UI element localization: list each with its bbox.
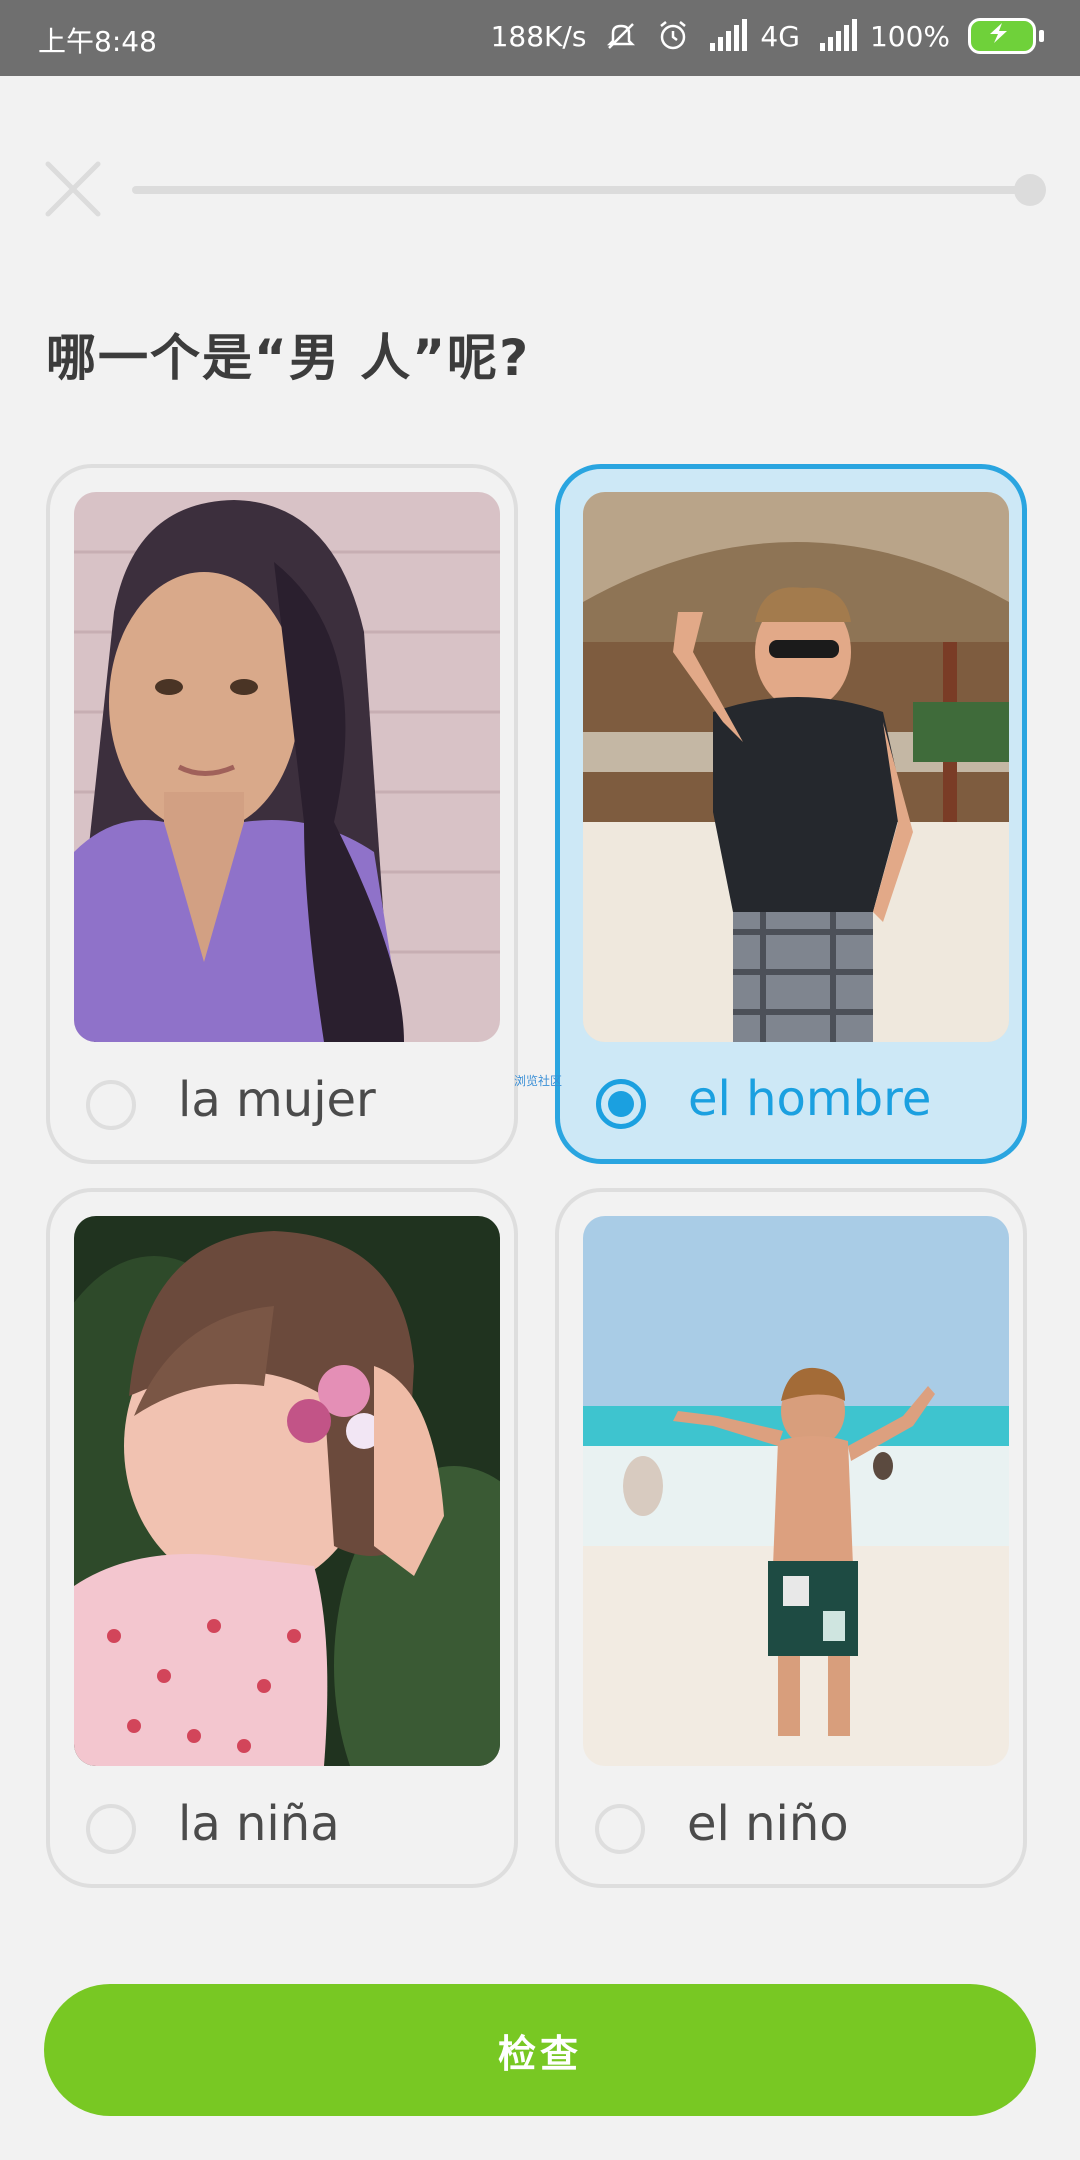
close-icon[interactable]	[42, 158, 104, 220]
man-photo	[583, 492, 1009, 1042]
option-radio[interactable]	[86, 1080, 136, 1130]
lesson-progress-bar	[132, 174, 1046, 206]
status-time: 上午8:48	[38, 25, 157, 58]
signal-icon-2	[818, 19, 857, 53]
network-type: 4G	[760, 19, 800, 53]
signal-icon	[708, 19, 748, 53]
status-bar: 上午8:48 188K/s 4G 100%	[0, 0, 1080, 76]
option-label: la niña	[178, 1796, 340, 1852]
woman-photo	[74, 492, 500, 1042]
status-icons: 188K/s 4G 100%	[491, 18, 1044, 54]
alarm-icon	[656, 19, 690, 53]
option-card-la-nina[interactable]: la niña	[46, 1188, 518, 1888]
check-button[interactable]: 检查	[44, 1984, 1036, 2116]
close-button[interactable]	[42, 158, 104, 220]
option-radio[interactable]	[595, 1804, 645, 1854]
boy-photo	[583, 1216, 1009, 1766]
mute-icon	[604, 19, 638, 53]
option-card-el-hombre[interactable]: el hombre	[555, 464, 1027, 1164]
battery-icon	[968, 18, 1044, 54]
option-label: la mujer	[178, 1072, 376, 1128]
network-speed: 188K/s	[490, 19, 587, 53]
lesson-header	[0, 150, 1080, 230]
option-label: el niño	[687, 1796, 849, 1852]
girl-photo	[74, 1216, 500, 1766]
watermark-text: 浏览社区	[514, 1074, 563, 1088]
question-title: 哪一个是“男 人”呢?	[46, 329, 531, 387]
progress-knob	[1014, 174, 1046, 206]
option-card-la-mujer[interactable]: la mujer	[46, 464, 518, 1164]
option-radio-selected[interactable]	[596, 1079, 646, 1129]
option-card-el-nino[interactable]: el niño	[555, 1188, 1027, 1888]
battery-percent: 100%	[869, 19, 950, 53]
option-label: el hombre	[688, 1071, 932, 1127]
option-radio[interactable]	[86, 1804, 136, 1854]
